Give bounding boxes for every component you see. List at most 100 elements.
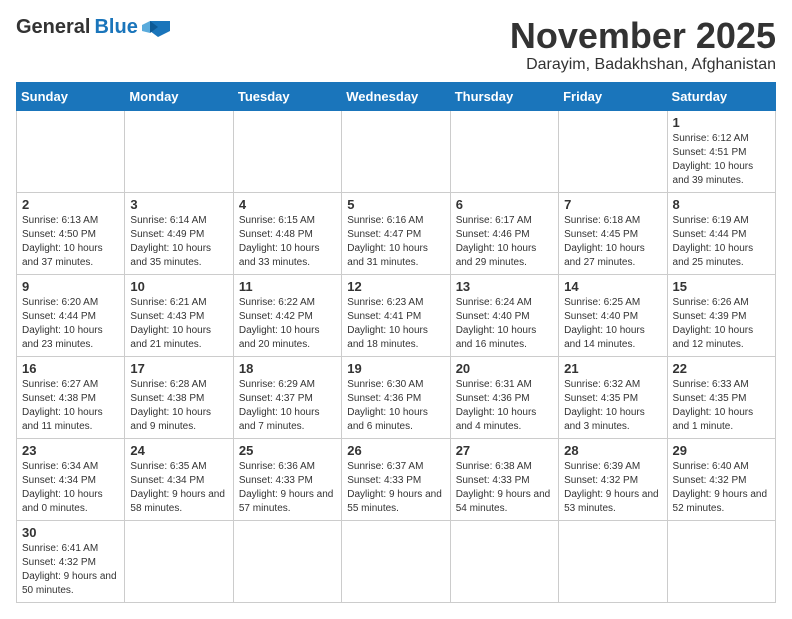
calendar-day-cell: 4 Sunrise: 6:15 AM Sunset: 4:48 PM Daylig… xyxy=(233,192,341,274)
day-number: 9 xyxy=(22,279,119,294)
calendar-day-cell xyxy=(17,110,125,192)
day-info: Sunrise: 6:25 AM Sunset: 4:40 PM Dayligh… xyxy=(564,296,661,352)
logo-general-text: General xyxy=(16,16,90,39)
day-number: 30 xyxy=(22,525,119,540)
calendar-day-cell xyxy=(667,520,775,602)
day-number: 21 xyxy=(564,361,661,376)
day-info: Sunrise: 6:40 AM Sunset: 4:32 PM Dayligh… xyxy=(673,460,770,516)
day-number: 15 xyxy=(673,279,770,294)
weekday-header-wednesday: Wednesday xyxy=(342,82,450,110)
location-title: Darayim, Badakhshan, Afghanistan xyxy=(510,56,776,74)
calendar-day-cell: 18 Sunrise: 6:29 AM Sunset: 4:37 PM Dayli… xyxy=(233,356,341,438)
day-info: Sunrise: 6:15 AM Sunset: 4:48 PM Dayligh… xyxy=(239,214,336,270)
month-title: November 2025 xyxy=(510,16,776,56)
weekday-header-sunday: Sunday xyxy=(17,82,125,110)
day-number: 25 xyxy=(239,443,336,458)
day-number: 12 xyxy=(347,279,444,294)
day-number: 18 xyxy=(239,361,336,376)
day-number: 20 xyxy=(456,361,553,376)
calendar-day-cell: 9 Sunrise: 6:20 AM Sunset: 4:44 PM Daylig… xyxy=(17,274,125,356)
calendar-day-cell xyxy=(125,110,233,192)
day-number: 3 xyxy=(130,197,227,212)
day-info: Sunrise: 6:18 AM Sunset: 4:45 PM Dayligh… xyxy=(564,214,661,270)
day-info: Sunrise: 6:27 AM Sunset: 4:38 PM Dayligh… xyxy=(22,378,119,434)
calendar-day-cell: 29 Sunrise: 6:40 AM Sunset: 4:32 PM Dayli… xyxy=(667,438,775,520)
calendar-day-cell: 12Sunrise: 6:23 AM Sunset: 4:41 PM Dayli… xyxy=(342,274,450,356)
calendar-day-cell: 11 Sunrise: 6:22 AM Sunset: 4:42 PM Dayli… xyxy=(233,274,341,356)
day-number: 10 xyxy=(130,279,227,294)
calendar-day-cell: 24 Sunrise: 6:35 AM Sunset: 4:34 PM Dayli… xyxy=(125,438,233,520)
calendar-day-cell xyxy=(342,110,450,192)
calendar-day-cell: 14 Sunrise: 6:25 AM Sunset: 4:40 PM Dayli… xyxy=(559,274,667,356)
calendar-day-cell: 5 Sunrise: 6:16 AM Sunset: 4:47 PM Daylig… xyxy=(342,192,450,274)
calendar-day-cell: 19 Sunrise: 6:30 AM Sunset: 4:36 PM Dayli… xyxy=(342,356,450,438)
calendar-week-row: 1Sunrise: 6:12 AM Sunset: 4:51 PM Daylig… xyxy=(17,110,776,192)
day-number: 26 xyxy=(347,443,444,458)
day-info: Sunrise: 6:26 AM Sunset: 4:39 PM Dayligh… xyxy=(673,296,770,352)
calendar-day-cell: 8 Sunrise: 6:19 AM Sunset: 4:44 PM Daylig… xyxy=(667,192,775,274)
day-number: 29 xyxy=(673,443,770,458)
calendar-day-cell xyxy=(559,110,667,192)
weekday-header-monday: Monday xyxy=(125,82,233,110)
day-info: Sunrise: 6:36 AM Sunset: 4:33 PM Dayligh… xyxy=(239,460,336,516)
day-info: Sunrise: 6:22 AM Sunset: 4:42 PM Dayligh… xyxy=(239,296,336,352)
weekday-header-saturday: Saturday xyxy=(667,82,775,110)
calendar-day-cell: 20 Sunrise: 6:31 AM Sunset: 4:36 PM Dayli… xyxy=(450,356,558,438)
day-info: Sunrise: 6:35 AM Sunset: 4:34 PM Dayligh… xyxy=(130,460,227,516)
calendar-day-cell: 26 Sunrise: 6:37 AM Sunset: 4:33 PM Dayli… xyxy=(342,438,450,520)
calendar-day-cell: 28Sunrise: 6:39 AM Sunset: 4:32 PM Dayli… xyxy=(559,438,667,520)
calendar-week-row: 30Sunrise: 6:41 AM Sunset: 4:32 PM Dayli… xyxy=(17,520,776,602)
calendar-day-cell: 27 Sunrise: 6:38 AM Sunset: 4:33 PM Dayli… xyxy=(450,438,558,520)
page-header: General Blue November 2025 Darayim, Bada… xyxy=(16,16,776,74)
day-number: 5 xyxy=(347,197,444,212)
calendar-day-cell xyxy=(125,520,233,602)
day-info: Sunrise: 6:17 AM Sunset: 4:46 PM Dayligh… xyxy=(456,214,553,270)
day-info: Sunrise: 6:24 AM Sunset: 4:40 PM Dayligh… xyxy=(456,296,553,352)
calendar-day-cell xyxy=(233,520,341,602)
day-info: Sunrise: 6:14 AM Sunset: 4:49 PM Dayligh… xyxy=(130,214,227,270)
calendar-day-cell: 1Sunrise: 6:12 AM Sunset: 4:51 PM Daylig… xyxy=(667,110,775,192)
day-info: Sunrise: 6:13 AM Sunset: 4:50 PM Dayligh… xyxy=(22,214,119,270)
day-number: 7 xyxy=(564,197,661,212)
day-info: Sunrise: 6:19 AM Sunset: 4:44 PM Dayligh… xyxy=(673,214,770,270)
day-info: Sunrise: 6:31 AM Sunset: 4:36 PM Dayligh… xyxy=(456,378,553,434)
calendar-day-cell: 17Sunrise: 6:28 AM Sunset: 4:38 PM Dayli… xyxy=(125,356,233,438)
calendar-day-cell: 25 Sunrise: 6:36 AM Sunset: 4:33 PM Dayli… xyxy=(233,438,341,520)
calendar-day-cell: 23Sunrise: 6:34 AM Sunset: 4:34 PM Dayli… xyxy=(17,438,125,520)
calendar-day-cell xyxy=(559,520,667,602)
day-number: 27 xyxy=(456,443,553,458)
calendar-week-row: 23Sunrise: 6:34 AM Sunset: 4:34 PM Dayli… xyxy=(17,438,776,520)
day-number: 8 xyxy=(673,197,770,212)
day-number: 4 xyxy=(239,197,336,212)
calendar-day-cell xyxy=(450,520,558,602)
day-info: Sunrise: 6:37 AM Sunset: 4:33 PM Dayligh… xyxy=(347,460,444,516)
day-number: 19 xyxy=(347,361,444,376)
day-info: Sunrise: 6:28 AM Sunset: 4:38 PM Dayligh… xyxy=(130,378,227,434)
day-number: 24 xyxy=(130,443,227,458)
day-number: 1 xyxy=(673,115,770,130)
day-info: Sunrise: 6:16 AM Sunset: 4:47 PM Dayligh… xyxy=(347,214,444,270)
weekday-header-tuesday: Tuesday xyxy=(233,82,341,110)
day-info: Sunrise: 6:21 AM Sunset: 4:43 PM Dayligh… xyxy=(130,296,227,352)
day-info: Sunrise: 6:32 AM Sunset: 4:35 PM Dayligh… xyxy=(564,378,661,434)
day-info: Sunrise: 6:30 AM Sunset: 4:36 PM Dayligh… xyxy=(347,378,444,434)
calendar-day-cell xyxy=(450,110,558,192)
day-number: 13 xyxy=(456,279,553,294)
calendar-day-cell xyxy=(233,110,341,192)
weekday-header-friday: Friday xyxy=(559,82,667,110)
logo-blue-text: Blue xyxy=(94,16,137,39)
calendar-week-row: 16 Sunrise: 6:27 AM Sunset: 4:38 PM Dayli… xyxy=(17,356,776,438)
day-info: Sunrise: 6:29 AM Sunset: 4:37 PM Dayligh… xyxy=(239,378,336,434)
calendar-day-cell: 6Sunrise: 6:17 AM Sunset: 4:46 PM Daylig… xyxy=(450,192,558,274)
day-number: 11 xyxy=(239,279,336,294)
day-info: Sunrise: 6:20 AM Sunset: 4:44 PM Dayligh… xyxy=(22,296,119,352)
day-info: Sunrise: 6:38 AM Sunset: 4:33 PM Dayligh… xyxy=(456,460,553,516)
calendar-day-cell: 21 Sunrise: 6:32 AM Sunset: 4:35 PM Dayli… xyxy=(559,356,667,438)
day-number: 14 xyxy=(564,279,661,294)
calendar-day-cell: 10 Sunrise: 6:21 AM Sunset: 4:43 PM Dayli… xyxy=(125,274,233,356)
calendar-day-cell: 3 Sunrise: 6:14 AM Sunset: 4:49 PM Daylig… xyxy=(125,192,233,274)
calendar-day-cell: 13 Sunrise: 6:24 AM Sunset: 4:40 PM Dayli… xyxy=(450,274,558,356)
logo: General Blue xyxy=(16,16,174,39)
title-area: November 2025 Darayim, Badakhshan, Afgha… xyxy=(510,16,776,74)
day-number: 16 xyxy=(22,361,119,376)
